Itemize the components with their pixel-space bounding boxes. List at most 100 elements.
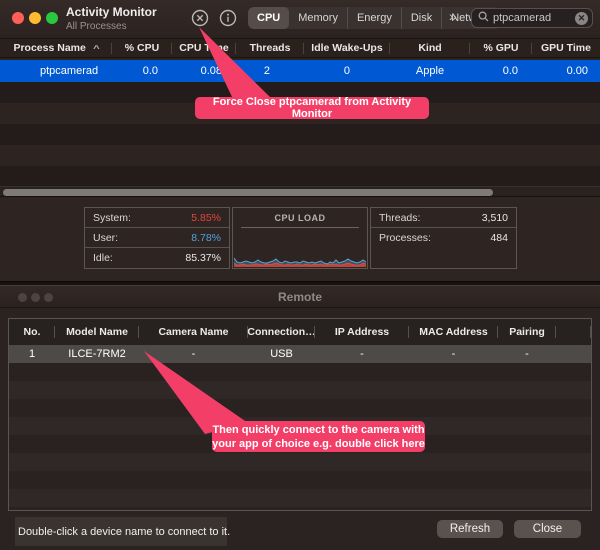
cell-ip-address: - xyxy=(315,348,409,360)
window-subtitle: All Processes xyxy=(66,21,157,32)
user-label: User: xyxy=(93,232,118,244)
sort-ascending-icon: ^ xyxy=(93,44,100,53)
cell-gpu-time: 0.00 xyxy=(532,65,600,77)
process-table-header: Process Name ^ % CPU CPU Time Threads Idl… xyxy=(0,38,600,58)
column-header-no[interactable]: No. xyxy=(9,319,55,345)
column-header-camera-name[interactable]: Camera Name xyxy=(139,319,248,345)
cpu-stats-panel: System: 5.85% User: 8.78% Idle: 85.37% C… xyxy=(0,198,600,281)
close-window-button-inactive[interactable] xyxy=(18,293,27,302)
cell-kind: Apple xyxy=(390,65,470,77)
tab-disk[interactable]: Disk xyxy=(402,7,442,29)
column-label: GPU Time xyxy=(541,42,591,54)
column-header-kind[interactable]: Kind xyxy=(390,39,470,57)
cpu-load-rule xyxy=(241,227,359,228)
cpu-load-sparkline xyxy=(234,251,366,267)
column-label: Threads xyxy=(250,42,291,54)
minimize-window-button-inactive[interactable] xyxy=(31,293,40,302)
column-header-pairing[interactable]: Pairing xyxy=(498,319,556,345)
cpu-load-title: CPU LOAD xyxy=(233,208,367,223)
remote-window: Remote No. Model Name Camera Name Connec… xyxy=(0,285,600,550)
column-label: Kind xyxy=(418,42,441,54)
column-label: % GPU xyxy=(483,42,518,54)
remote-titlebar: Remote xyxy=(0,286,600,308)
stat-row-idle: Idle: 85.37% xyxy=(85,248,229,268)
cell-process-name: ptpcamerad xyxy=(0,65,112,77)
cell-pairing: - xyxy=(498,348,556,360)
hint-text: Double-click a device name to connect to… xyxy=(15,526,230,538)
idle-label: Idle: xyxy=(93,252,113,264)
idle-value: 85.37% xyxy=(185,252,221,264)
column-header-gpu-pct[interactable]: % GPU xyxy=(470,39,532,57)
am-titlebar: Activity Monitor All Processes CPU Memor… xyxy=(0,0,600,36)
refresh-button[interactable]: Refresh xyxy=(437,520,503,538)
cell-model-name: ILCE-7RM2 xyxy=(55,348,139,360)
column-label: Process Name xyxy=(13,42,85,54)
hint-box: Double-click a device name to connect to… xyxy=(15,517,227,546)
cell-threads: 2 xyxy=(236,65,304,77)
cell-gpu-pct: 0.0 xyxy=(470,65,532,77)
search-field[interactable]: ✕ xyxy=(471,8,593,28)
search-input[interactable] xyxy=(493,12,575,24)
cell-connection: USB xyxy=(248,348,315,360)
callout-text-line1: Then quickly connect to the camera with xyxy=(212,423,424,437)
callout-text: Force Close ptpcamerad from Activity Mon… xyxy=(195,96,429,120)
cell-cpu-time: 0.08 xyxy=(172,65,236,77)
processes-value: 484 xyxy=(490,232,508,244)
view-tab-group: CPU Memory Energy Disk Network xyxy=(248,7,501,29)
column-label: Idle Wake-Ups xyxy=(311,42,382,54)
annotation-callout-connect: Then quickly connect to the camera with … xyxy=(212,421,425,452)
cell-idle-wakeups: 0 xyxy=(304,65,390,77)
column-header-mac-address[interactable]: MAC Address xyxy=(409,319,498,345)
toolbar-overflow-chevron-icon[interactable]: » xyxy=(449,8,455,24)
processes-label: Processes: xyxy=(379,232,431,244)
zoom-window-button[interactable] xyxy=(46,12,58,24)
column-header-idle-wakeups[interactable]: Idle Wake-Ups xyxy=(304,39,390,57)
camera-table-header: No. Model Name Camera Name Connection… I… xyxy=(9,319,591,345)
column-header-model-name[interactable]: Model Name xyxy=(55,319,139,345)
process-stats-box: Threads: 3,510 Processes: 484 xyxy=(370,207,517,269)
tab-memory[interactable]: Memory xyxy=(289,7,348,29)
minimize-window-button[interactable] xyxy=(29,12,41,24)
stat-row-system: System: 5.85% xyxy=(85,208,229,228)
column-header-cpu-time[interactable]: CPU Time xyxy=(172,39,236,57)
stat-row-threads: Threads: 3,510 xyxy=(371,208,516,228)
column-header-ip-address[interactable]: IP Address xyxy=(315,319,409,345)
cpu-load-box: CPU LOAD xyxy=(232,207,368,269)
inspect-info-icon[interactable] xyxy=(219,9,237,27)
column-header-cpu-pct[interactable]: % CPU xyxy=(112,39,172,57)
column-header-gpu-time[interactable]: GPU Time xyxy=(532,39,600,57)
column-header-connection[interactable]: Connection… xyxy=(248,319,315,345)
threads-value: 3,510 xyxy=(482,212,508,224)
cell-cpu-pct: 0.0 xyxy=(112,65,172,77)
cpu-percent-box: System: 5.85% User: 8.78% Idle: 85.37% xyxy=(84,207,230,269)
tab-cpu[interactable]: CPU xyxy=(248,7,289,29)
column-header-process-name[interactable]: Process Name ^ xyxy=(0,39,112,57)
search-clear-icon[interactable]: ✕ xyxy=(575,12,588,25)
camera-row-ilce7rm2[interactable]: 1 ILCE-7RM2 - USB - - - xyxy=(9,345,591,363)
close-window-button[interactable] xyxy=(12,12,24,24)
column-header-threads[interactable]: Threads xyxy=(236,39,304,57)
force-quit-icon[interactable] xyxy=(191,9,209,27)
horizontal-scrollbar xyxy=(0,186,600,197)
window-title: Activity Monitor xyxy=(66,5,157,19)
column-label: CPU Time xyxy=(179,42,228,54)
table-row-ptpcamerad[interactable]: ptpcamerad 0.0 0.08 2 0 Apple 0.0 0.00 xyxy=(0,60,600,82)
scrollbar-thumb[interactable] xyxy=(3,189,493,196)
user-value: 8.78% xyxy=(191,232,221,244)
close-button[interactable]: Close xyxy=(514,520,581,538)
stat-row-processes: Processes: 484 xyxy=(371,228,516,248)
zoom-window-button-inactive[interactable] xyxy=(44,293,53,302)
cell-camera-name: - xyxy=(139,348,248,360)
search-icon xyxy=(478,9,489,27)
cell-mac-address: - xyxy=(409,348,498,360)
system-value: 5.85% xyxy=(191,212,221,224)
window-title-block: Activity Monitor All Processes xyxy=(66,5,157,32)
column-label: % CPU xyxy=(125,42,159,54)
annotation-callout-force-close: Force Close ptpcamerad from Activity Mon… xyxy=(195,97,429,119)
remote-window-title: Remote xyxy=(0,286,600,308)
activity-monitor-window: Activity Monitor All Processes CPU Memor… xyxy=(0,0,600,282)
callout-text-line2: your app of choice e.g. double click her… xyxy=(212,437,425,451)
column-header-filler xyxy=(556,319,591,345)
tab-energy[interactable]: Energy xyxy=(348,7,402,29)
stat-row-user: User: 8.78% xyxy=(85,228,229,248)
